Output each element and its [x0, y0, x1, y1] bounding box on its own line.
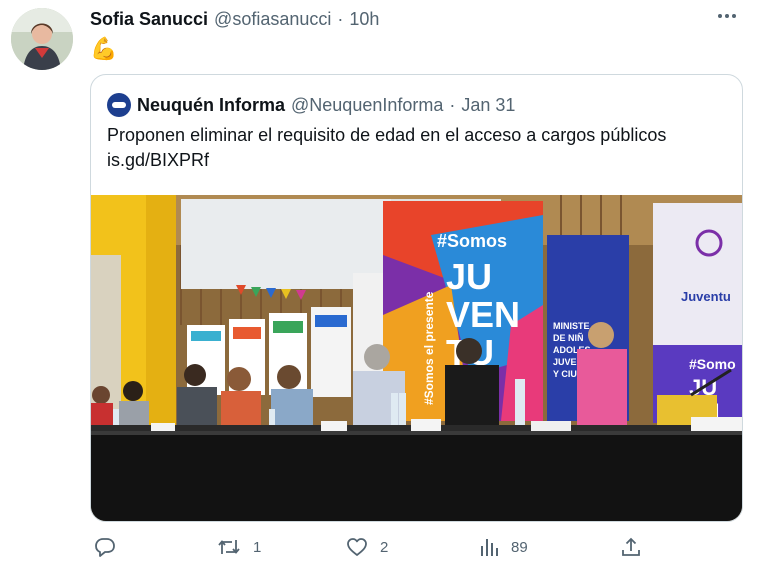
tweet-timestamp[interactable]: 10h — [349, 9, 379, 30]
heart-icon — [347, 538, 367, 556]
right-banner-hashtag: #Somo — [689, 356, 736, 372]
views-count: 89 — [511, 538, 528, 556]
tweet-actions: 1 2 89 — [90, 536, 650, 562]
retweet-icon — [218, 540, 240, 554]
quoted-author-avatar — [107, 93, 131, 117]
more-options-icon[interactable] — [712, 6, 742, 26]
quoted-tweet[interactable]: Neuquén Informa @NeuquenInforma · Jan 31… — [90, 74, 743, 522]
svg-text:JUVE: JUVE — [553, 357, 577, 367]
reply-button[interactable] — [94, 536, 128, 558]
share-icon — [622, 537, 640, 556]
svg-text:VEN: VEN — [446, 294, 520, 335]
tweet-header: Sofia Sanucci @sofiasanucci · 10h — [90, 8, 379, 30]
author-name[interactable]: Sofia Sanucci — [90, 9, 208, 30]
like-button[interactable]: 2 — [346, 536, 388, 558]
like-count: 2 — [380, 538, 389, 556]
quoted-tweet-text-line: Proponen eliminar el requisito de edad e… — [107, 125, 667, 145]
analytics-icon — [481, 539, 498, 556]
quoted-tweet-photo[interactable]: #Somos JU VEN TU D #Somos el presente MI… — [91, 195, 742, 521]
reply-icon — [95, 538, 115, 557]
banner-side-text: #Somos el presente — [422, 291, 436, 405]
separator-dot: · — [337, 8, 344, 29]
banner-hashtag: #Somos — [437, 231, 507, 251]
quoted-tweet-date: Jan 31 — [461, 94, 516, 115]
author-handle[interactable]: @sofiasanucci — [214, 9, 331, 30]
right-banner-text: Juventu — [681, 289, 731, 304]
retweet-count: 1 — [253, 538, 262, 556]
quoted-tweet-header: Neuquén Informa @NeuquenInforma · Jan 31 — [107, 93, 515, 117]
svg-text:MINISTE: MINISTE — [553, 321, 590, 331]
retweet-button[interactable]: 1 — [217, 536, 261, 558]
tweet-text: 💪 — [90, 36, 118, 61]
quoted-tweet-link[interactable]: is.gd/BIXPRf — [107, 148, 727, 173]
views-button[interactable]: 89 — [479, 536, 528, 558]
share-button[interactable] — [620, 536, 642, 558]
quoted-tweet-text: Proponen eliminar el requisito de edad e… — [107, 123, 727, 173]
quoted-author-handle: @NeuquenInforma — [291, 94, 444, 115]
svg-text:JU: JU — [446, 256, 492, 297]
svg-text:DE NIÑ: DE NIÑ — [553, 333, 584, 343]
quoted-author-name: Neuquén Informa — [137, 94, 286, 115]
author-avatar[interactable] — [11, 8, 73, 70]
separator-dot: · — [449, 94, 456, 115]
